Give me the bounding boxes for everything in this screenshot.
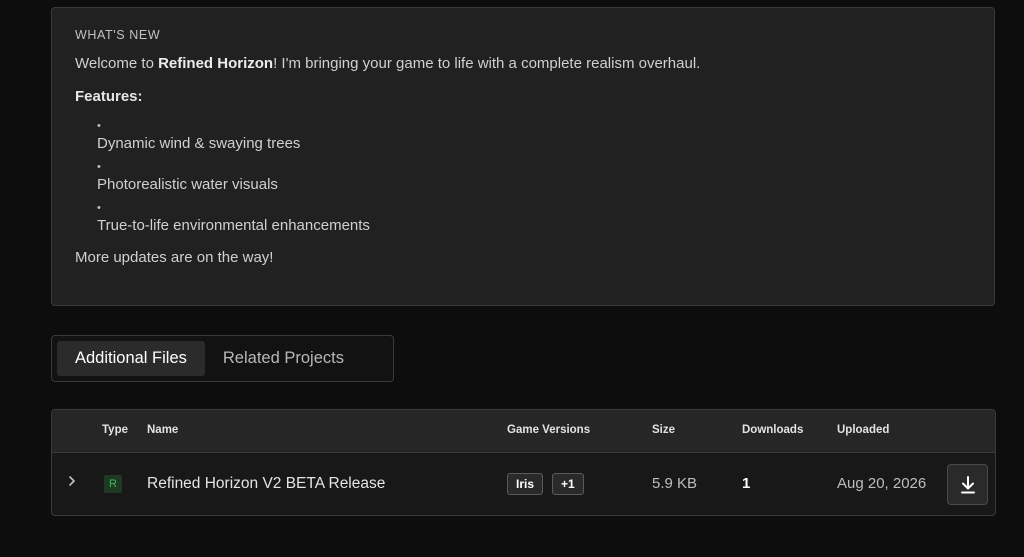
column-header-size: Size: [652, 424, 676, 436]
whats-new-outro: More updates are on the way!: [75, 249, 274, 266]
game-version-badge[interactable]: Iris: [507, 473, 544, 495]
release-type-badge: R: [104, 475, 122, 493]
list-item: • Photorealistic water visuals: [97, 160, 971, 193]
column-header-type: Type: [102, 424, 128, 436]
features-label: Features:: [75, 88, 143, 105]
tab-related-projects[interactable]: Related Projects: [205, 341, 362, 376]
column-header-game-versions: Game Versions: [507, 424, 591, 436]
column-header-downloads: Downloads: [742, 424, 804, 436]
download-count: 1: [742, 475, 751, 492]
download-button[interactable]: [947, 464, 988, 505]
tab-additional-files[interactable]: Additional Files: [57, 341, 205, 376]
features-list: • Dynamic wind & swaying trees • Photore…: [75, 119, 971, 234]
list-item: • Dynamic wind & swaying trees: [97, 119, 971, 152]
intro-prefix: Welcome to: [75, 55, 159, 72]
feature-text: Dynamic wind & swaying trees: [97, 135, 301, 152]
list-item: • True-to-life environmental enhancement…: [97, 201, 971, 234]
intro-suffix: ! I'm bringing your game to life with a …: [273, 55, 701, 72]
bullet-icon: •: [97, 161, 101, 173]
file-size: 5.9 KB: [652, 475, 698, 492]
feature-text: True-to-life environmental enhancements: [97, 217, 370, 234]
column-header-name: Name: [147, 424, 179, 436]
feature-text: Photorealistic water visuals: [97, 176, 278, 193]
chevron-right-icon[interactable]: [65, 474, 79, 488]
file-tabs: Additional Files Related Projects: [51, 335, 394, 382]
table-header: Type Name Game Versions Size Downloads U…: [52, 410, 995, 453]
column-header-uploaded: Uploaded: [837, 424, 890, 436]
bullet-icon: •: [97, 202, 101, 214]
whats-new-intro: Welcome to Refined Horizon! I'm bringing…: [75, 55, 971, 72]
whats-new-heading: WHAT'S NEW: [75, 28, 161, 42]
intro-project-name: Refined Horizon: [158, 55, 274, 72]
chevron-right-icon-svg: [69, 476, 75, 486]
file-name-link[interactable]: Refined Horizon V2 BETA Release: [147, 475, 385, 493]
download-icon: [960, 475, 975, 493]
whats-new-panel: WHAT'S NEW Welcome to Refined Horizon! I…: [51, 7, 995, 306]
bullet-icon: •: [97, 120, 101, 132]
more-versions-badge[interactable]: +1: [552, 473, 584, 495]
table-row[interactable]: R Refined Horizon V2 BETA Release Iris +…: [52, 453, 995, 515]
files-table: Type Name Game Versions Size Downloads U…: [51, 409, 996, 516]
upload-date: Aug 20, 2026: [837, 475, 927, 492]
